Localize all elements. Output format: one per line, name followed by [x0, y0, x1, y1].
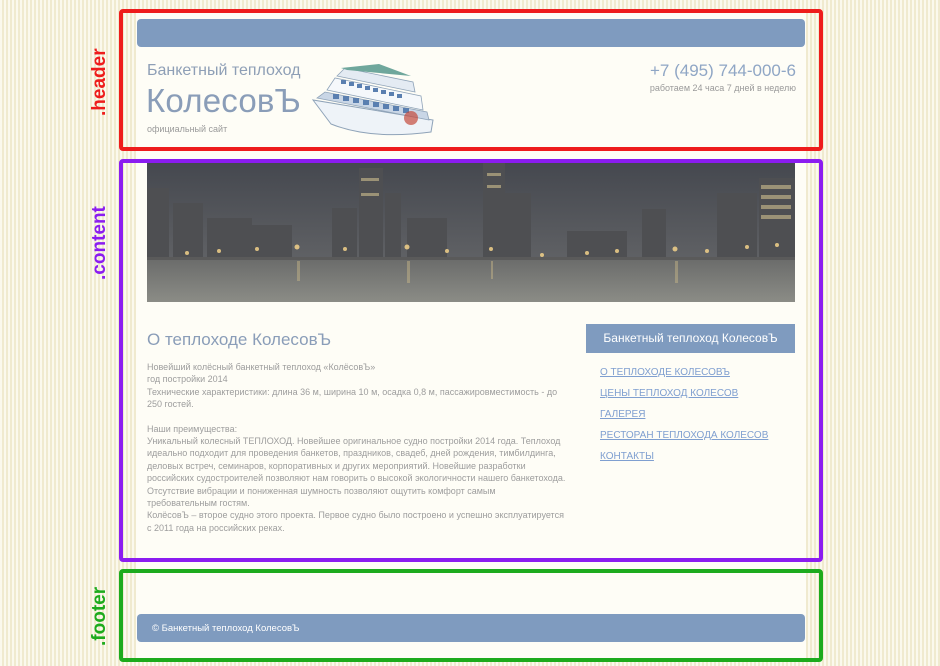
footer-annotation-label: .footer: [89, 586, 110, 646]
footer-annotation-frame: [119, 569, 823, 662]
content-annotation-label: .content: [89, 206, 110, 280]
header-annotation-frame: [119, 9, 823, 151]
header-annotation-label: .header: [89, 48, 110, 116]
content-annotation-frame: [119, 159, 823, 562]
